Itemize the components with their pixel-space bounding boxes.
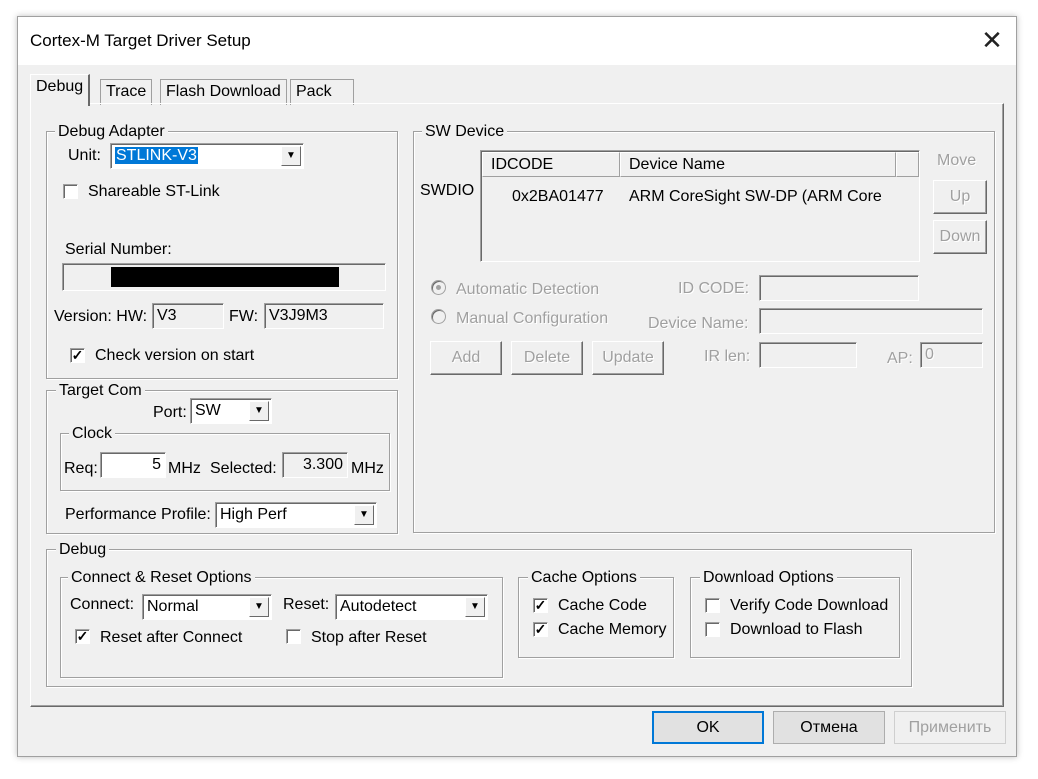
version-hw-label: Version: HW: [54,308,148,325]
unit-label: Unit: [68,147,101,164]
chevron-down-icon[interactable]: ▼ [249,597,269,617]
chevron-down-icon[interactable]: ▼ [249,401,269,421]
reset-after-connect-label: Reset after Connect [100,629,243,646]
chevron-down-icon[interactable]: ▼ [465,597,485,617]
check-version-checkbox[interactable]: ✓ [70,348,85,363]
apply-button[interactable]: Применить [894,711,1006,744]
move-label: Move [937,152,977,169]
cache-code-checkbox[interactable]: ✓ [533,598,548,613]
selected-value-field: 3.300 [282,452,348,478]
fw-version-field: V3J9M3 [264,303,384,329]
sw-device-legend: SW Device [422,123,508,141]
port-value: SW [195,402,221,419]
verify-code-download-label: Verify Code Download [730,597,889,614]
unit-value: STLINK-V3 [115,147,198,164]
debug-adapter-legend: Debug Adapter [55,123,168,141]
shareable-label: Shareable ST-Link [88,183,220,200]
move-down-button[interactable]: Down [933,220,987,254]
cache-memory-label: Cache Memory [558,621,667,638]
tab-pack[interactable]: Pack [290,79,354,105]
selected-unit-label: MHz [351,460,384,477]
col-filler [896,152,919,177]
manual-configuration-radio[interactable] [431,309,446,324]
serial-number-label: Serial Number: [65,241,172,258]
ap-label: AP: [887,350,913,367]
clock-legend: Clock [69,425,116,443]
col-device-name[interactable]: Device Name [620,152,896,177]
connect-reset-legend: Connect & Reset Options [68,569,255,587]
reset-after-connect-checkbox[interactable]: ✓ [75,629,90,644]
hw-version-field: V3 [152,303,224,329]
download-options-group [690,577,900,658]
manual-configuration-label: Manual Configuration [456,310,609,327]
stop-after-reset-label: Stop after Reset [311,629,427,646]
reset-value: Autodetect [340,598,417,615]
cache-code-label: Cache Code [558,597,647,614]
tab-trace[interactable]: Trace [100,79,153,105]
unit-select[interactable]: STLINK-V3 ▼ [110,143,304,169]
performance-profile-select[interactable]: High Perf ▼ [215,502,377,528]
id-code-label: ID CODE: [678,280,750,297]
tab-debug[interactable]: Debug [30,74,91,106]
download-to-flash-label: Download to Flash [730,621,863,638]
verify-code-download-checkbox[interactable] [705,598,720,613]
swdio-label: SWDIO [420,182,475,199]
cancel-button[interactable]: Отмена [773,711,885,744]
reset-label: Reset: [283,596,330,613]
connect-label: Connect: [70,596,135,613]
reset-select[interactable]: Autodetect ▼ [335,594,488,620]
target-com-legend: Target Com [56,382,145,400]
automatic-detection-label: Automatic Detection [456,281,600,298]
redaction-block [111,267,339,287]
ap-field[interactable]: 0 [920,342,983,368]
port-select[interactable]: SW ▼ [190,398,272,424]
connect-value: Normal [147,598,199,615]
shareable-checkbox[interactable] [63,184,78,199]
row-idcode[interactable]: 0x2BA01477 [512,187,604,207]
tab-flash-download[interactable]: Flash Download [160,79,287,105]
update-button[interactable]: Update [592,341,664,375]
dialog-window: Cortex-M Target Driver Setup ✕ Debug Tra… [17,16,1017,757]
ok-button[interactable]: OK [652,711,764,744]
chevron-down-icon[interactable]: ▼ [354,505,374,525]
sw-device-table[interactable]: IDCODE Device Name 0x2BA01477 ARM CoreSi… [480,150,920,262]
cache-memory-checkbox[interactable]: ✓ [533,622,548,637]
req-unit-label: MHz [168,460,201,477]
add-button[interactable]: Add [430,341,502,375]
check-version-label: Check version on start [95,347,255,364]
performance-profile-value: High Perf [220,506,287,523]
move-up-button[interactable]: Up [933,180,987,214]
id-code-field[interactable] [759,275,919,301]
automatic-detection-radio[interactable] [431,280,446,295]
stop-after-reset-checkbox[interactable] [286,629,301,644]
debug-legend: Debug [56,541,110,559]
port-label: Port: [153,404,187,421]
fw-label: FW: [229,308,259,325]
window-title: Cortex-M Target Driver Setup [30,31,251,50]
ir-len-field[interactable] [759,342,857,368]
download-to-flash-checkbox[interactable] [705,622,720,637]
delete-button[interactable]: Delete [511,341,583,375]
connect-select[interactable]: Normal ▼ [142,594,272,620]
device-name-label: Device Name: [648,315,749,332]
req-label: Req: [64,460,98,477]
performance-profile-label: Performance Profile: [65,506,211,523]
selected-label: Selected: [210,460,277,477]
cache-options-group [518,577,674,658]
download-options-legend: Download Options [700,569,837,587]
device-name-field[interactable] [759,308,983,334]
close-icon[interactable]: ✕ [972,23,1012,59]
req-input[interactable]: 5 [100,452,166,478]
col-idcode[interactable]: IDCODE [482,152,620,177]
cache-options-legend: Cache Options [528,569,640,587]
ir-len-label: IR len: [704,348,751,365]
chevron-down-icon[interactable]: ▼ [281,146,301,166]
title-bar: Cortex-M Target Driver Setup ✕ [18,17,1016,65]
serial-number-field [62,263,386,291]
row-device-name[interactable]: ARM CoreSight SW-DP (ARM Core [629,187,882,207]
